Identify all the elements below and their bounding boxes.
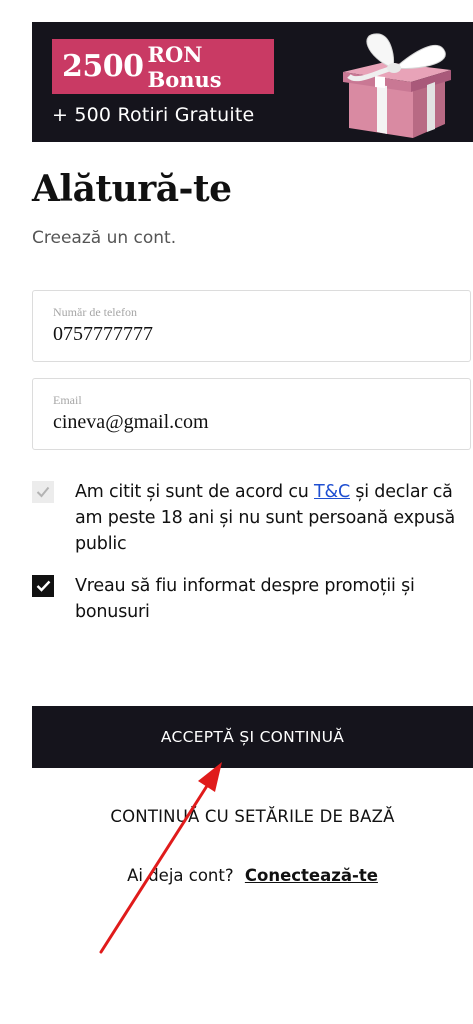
login-link[interactable]: Conectează-te	[245, 866, 378, 885]
email-label: Email	[53, 393, 82, 407]
email-field[interactable]: Email	[32, 378, 471, 450]
free-spins-text: + 500 Rotiri Gratuite	[52, 104, 255, 126]
bonus-label: RON Bonus	[147, 41, 222, 92]
phone-label: Număr de telefon	[53, 305, 137, 319]
page-title: Alătură-te	[32, 168, 232, 210]
check-icon	[36, 486, 50, 498]
promo-banner: 2500 RON Bonus + 500 Rotiri Gratuite	[32, 22, 473, 142]
terms-text: Am citit și sunt de acord cu T&C și decl…	[75, 479, 473, 557]
gift-box-icon	[343, 33, 451, 138]
check-icon	[36, 580, 50, 592]
login-prompt: Ai deja cont? Conectează-te	[32, 866, 473, 885]
terms-checkbox[interactable]	[32, 481, 54, 503]
bonus-badge: 2500 RON Bonus	[52, 39, 274, 94]
terms-text-start: Am citit și sunt de acord cu	[75, 482, 315, 502]
promos-text: Vreau să fiu informat despre promoții și…	[75, 576, 415, 622]
terms-link[interactable]: T&C	[314, 482, 350, 502]
email-input[interactable]	[53, 411, 443, 434]
phone-input[interactable]	[53, 323, 443, 346]
accept-continue-button[interactable]: ACCEPTĂ ȘI CONTINUĂ	[32, 706, 473, 768]
have-account-text: Ai deja cont?	[127, 866, 234, 885]
bonus-amount: 2500	[62, 49, 144, 84]
terms-consent-row: Am citit și sunt de acord cu T&C și decl…	[32, 479, 473, 557]
phone-field[interactable]: Număr de telefon	[32, 290, 471, 362]
page-subtitle: Creează un cont.	[32, 228, 177, 248]
continue-basic-settings-button[interactable]: CONTINUĂ CU SETĂRILE DE BAZĂ	[32, 796, 473, 836]
promos-checkbox[interactable]	[32, 575, 54, 597]
promos-consent-row: Vreau să fiu informat despre promoții și…	[32, 573, 473, 625]
